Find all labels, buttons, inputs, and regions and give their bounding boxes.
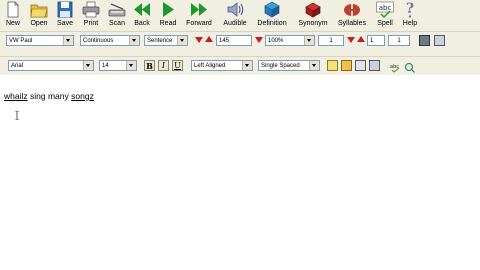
chevron-down-icon xyxy=(83,61,93,70)
forward-button[interactable]: Forward xyxy=(183,0,215,31)
increase-icon[interactable] xyxy=(357,36,365,42)
chevron-down-icon xyxy=(129,36,139,45)
value-field-a[interactable]: 1 xyxy=(318,35,344,46)
document-area[interactable]: whailz sing many songz xyxy=(0,75,480,270)
abc-check-icon[interactable]: abc xyxy=(390,60,401,73)
window-icon[interactable] xyxy=(434,35,445,46)
fast-forward-icon xyxy=(190,1,208,18)
word[interactable]: sing xyxy=(30,91,46,101)
voice-select[interactable]: VW Paul xyxy=(6,35,74,46)
read-button[interactable]: Read xyxy=(157,0,179,31)
page-icon[interactable] xyxy=(355,60,366,71)
columns-icon[interactable] xyxy=(369,60,380,71)
italic-button[interactable]: I xyxy=(158,60,169,71)
synonym-button[interactable]: Synonym xyxy=(295,0,331,31)
color-icon[interactable] xyxy=(341,60,352,71)
speaker-icon xyxy=(226,1,244,18)
speed-field[interactable]: 145 xyxy=(216,35,252,46)
help-question-icon: ? xyxy=(401,1,419,18)
line-spacing-select[interactable]: Single Spaced xyxy=(258,60,320,71)
value-field-c[interactable]: 1 xyxy=(388,35,410,46)
svg-text:?: ? xyxy=(406,1,414,17)
help-button[interactable]: ? Help xyxy=(400,0,420,31)
open-button[interactable]: Open xyxy=(27,0,51,31)
synonym-book-icon xyxy=(304,1,322,18)
definition-book-icon xyxy=(263,1,281,18)
chevron-down-icon xyxy=(126,61,136,70)
new-button[interactable]: New xyxy=(3,0,23,31)
scan-button[interactable]: Scan xyxy=(106,0,128,31)
printer-icon xyxy=(82,1,100,18)
bold-button[interactable]: B xyxy=(144,60,155,71)
speed-increase-icon[interactable] xyxy=(205,36,213,42)
print-button[interactable]: Print xyxy=(80,0,102,31)
bar-gap xyxy=(0,49,480,56)
chevron-down-icon xyxy=(242,61,252,70)
rewind-icon xyxy=(133,1,151,18)
syllables-icon xyxy=(343,1,361,18)
save-button[interactable]: Save xyxy=(54,0,76,31)
spell-check-icon: abc xyxy=(376,1,394,19)
floppy-disk-icon xyxy=(56,1,74,18)
magnifier-icon[interactable] xyxy=(404,60,415,73)
volume-select[interactable]: 100% xyxy=(265,35,315,46)
scanner-icon xyxy=(108,1,126,18)
chevron-down-icon xyxy=(177,36,187,45)
new-document-icon xyxy=(4,1,22,18)
voice-settings-bar: VW Paul Continuous Sentence 145 100% 1 1… xyxy=(0,31,480,50)
main-toolbar: New Open Save Print Scan Back Read Forwa… xyxy=(0,0,480,31)
spell-button[interactable]: abc Spell xyxy=(374,0,396,31)
back-button[interactable]: Back xyxy=(131,0,153,31)
font-select[interactable]: Arial xyxy=(8,60,94,71)
volume-decrease-icon[interactable] xyxy=(255,37,263,43)
decrease-icon[interactable] xyxy=(347,37,355,43)
word[interactable]: many xyxy=(48,91,69,101)
underline-button[interactable]: U xyxy=(172,60,183,71)
alignment-select[interactable]: Left Aligned xyxy=(191,60,253,71)
audible-button[interactable]: Audible xyxy=(221,0,249,31)
reading-mode-select[interactable]: Continuous xyxy=(80,35,140,46)
definition-button[interactable]: Definition xyxy=(254,0,290,31)
misspelled-word[interactable]: songz xyxy=(71,91,94,101)
highlight-icon[interactable] xyxy=(327,60,338,71)
chevron-down-icon xyxy=(304,36,314,45)
text-cursor-icon xyxy=(15,107,19,121)
folder-icon xyxy=(30,1,48,18)
play-icon xyxy=(159,1,177,18)
speed-decrease-icon[interactable] xyxy=(195,37,203,43)
format-bar: Arial 14 B I U Left Aligned Single Space… xyxy=(0,56,480,76)
document-text[interactable]: whailz sing many songz xyxy=(4,91,94,101)
settings-grid-icon[interactable] xyxy=(419,35,430,46)
chevron-down-icon xyxy=(63,36,73,45)
syllables-button[interactable]: Syllables xyxy=(336,0,368,31)
misspelled-word[interactable]: whailz xyxy=(4,91,28,101)
value-field-b[interactable]: 1 xyxy=(367,35,385,46)
font-size-select[interactable]: 14 xyxy=(99,60,137,71)
chevron-down-icon xyxy=(309,61,319,70)
reading-unit-select[interactable]: Sentence xyxy=(144,35,188,46)
